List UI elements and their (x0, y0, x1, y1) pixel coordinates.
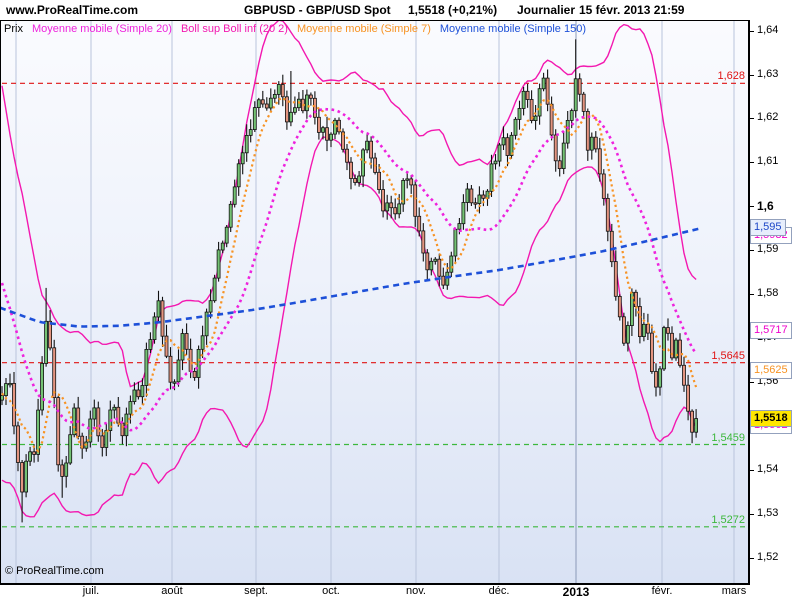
price-tick-mark (748, 162, 754, 163)
copyright-watermark: © ProRealTime.com (5, 565, 104, 577)
price-quote: 1,5518 (+0,21%) (408, 3, 498, 17)
price-tick-label: 1,64 (757, 24, 779, 36)
legend-ma20[interactable]: Moyenne mobile (Simple 20) (32, 23, 172, 35)
plot-left-border (0, 21, 1, 584)
legend-bar: Prix Moyenne mobile (Simple 20) Boll sup B… (4, 23, 595, 35)
resistance-line-1628-label[interactable]: 1,628 (717, 70, 745, 82)
price-tick-label: 1,62 (757, 111, 779, 123)
datetime-label: 15 févr. 2013 21:59 (579, 3, 685, 17)
price-tick-mark (748, 558, 754, 559)
support-line-15459-label[interactable]: 1,5459 (711, 432, 745, 444)
price-tick-mark (748, 31, 754, 32)
month-label-aot: août (161, 585, 183, 597)
month-label-2013: 2013 (562, 585, 590, 599)
price-tick-mark (748, 514, 754, 515)
timeframe-label: Journalier (517, 3, 576, 17)
chart-canvas[interactable] (0, 19, 748, 583)
ma20-value: 1,5717 (750, 322, 792, 339)
legend-price[interactable]: Prix (4, 23, 23, 35)
month-label-nov: nov. (406, 585, 426, 597)
price-tick-mark (748, 382, 754, 383)
month-label-oct: oct. (322, 585, 340, 597)
prorealtime-chart-window: www.ProRealTime.com GBPUSD - GBP/USD Spo… (0, 0, 800, 600)
price-tick-label: 1,6 (757, 199, 774, 213)
month-label-mars: mars (721, 585, 747, 597)
price-tick-mark (748, 118, 754, 119)
price-tick-label: 1,59 (757, 243, 779, 255)
support-line-15272-label[interactable]: 1,5272 (711, 514, 745, 526)
legend-ma7[interactable]: Moyenne mobile (Simple 7) (297, 23, 431, 35)
ma7-value: 1,5625 (750, 362, 792, 379)
month-label-fvr: févr. (651, 585, 673, 597)
price-tick-label: 1,53 (757, 507, 779, 519)
plot-top-border (0, 20, 750, 21)
price-tick-mark (748, 206, 754, 207)
legend-bollinger[interactable]: Boll sup Boll inf (20 2) (181, 23, 288, 35)
price-tick-label: 1,61 (757, 155, 779, 167)
price-tick-label: 1,63 (757, 68, 779, 80)
price-tick-label: 1,58 (757, 287, 779, 299)
month-label-sept: sept. (244, 585, 268, 597)
last-price-value: 1,5518 (750, 410, 792, 427)
ma150-value: 1,595 (750, 219, 786, 236)
price-tick-mark (748, 75, 754, 76)
price-tick-mark (748, 470, 754, 471)
chart-title: GBPUSD - GBP/USD Spot (244, 3, 391, 17)
legend-ma150[interactable]: Moyenne mobile (Simple 150) (440, 23, 586, 35)
price-axis-line (748, 20, 750, 585)
month-label-dc: déc. (488, 585, 510, 597)
price-tick-mark (748, 250, 754, 251)
price-tick-label: 1,54 (757, 463, 779, 475)
month-label-juil: juil. (82, 585, 100, 597)
price-tick-mark (748, 294, 754, 295)
price-tick-label: 1,52 (757, 551, 779, 563)
site-watermark: www.ProRealTime.com (6, 3, 139, 17)
resistance-line-15645-label[interactable]: 1,5645 (711, 350, 745, 362)
